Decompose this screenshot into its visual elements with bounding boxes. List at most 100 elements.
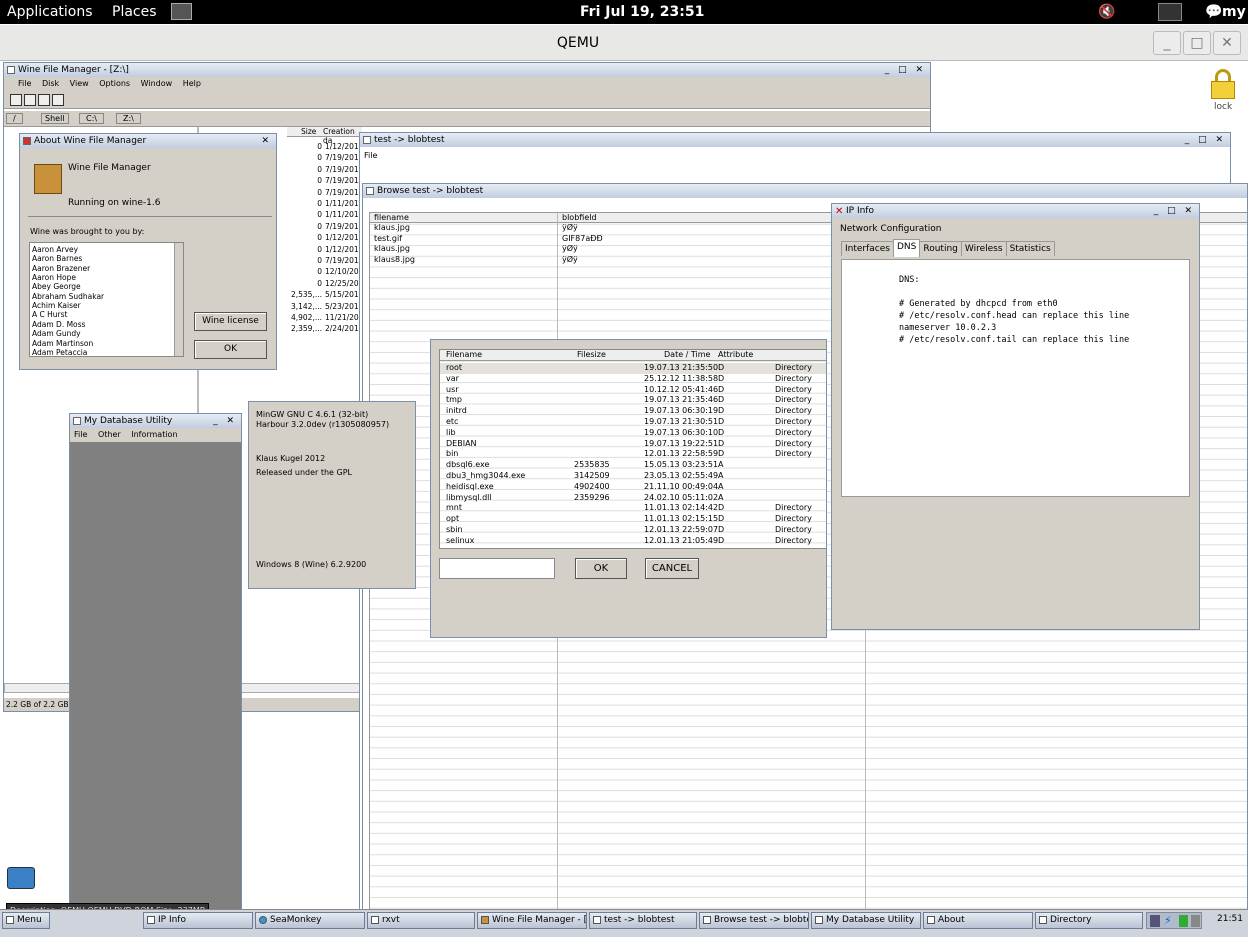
maximize-button[interactable]: □ — [1183, 31, 1211, 55]
directory-row[interactable]: etc 19.07.13 21:30:51 D Directory — [440, 417, 826, 428]
directory-list[interactable]: Filename Filesize Date / Time Attribute … — [439, 349, 826, 549]
cancel-button[interactable]: CANCEL — [645, 558, 699, 579]
window-controls[interactable]: _ □ ✕ — [1185, 133, 1226, 147]
tab-interfaces[interactable]: Interfaces — [841, 241, 894, 256]
task-seamonkey[interactable]: SeaMonkey — [255, 912, 365, 929]
applications-menu[interactable]: Applications — [7, 4, 93, 20]
directory-row[interactable]: tmp 19.07.13 21:35:46 D Directory — [440, 395, 826, 406]
dvd-drive-icon[interactable] — [7, 867, 35, 889]
tab-routing[interactable]: Routing — [919, 241, 962, 256]
directory-row[interactable]: initrd 19.07.13 06:30:19 D Directory — [440, 406, 826, 417]
network-icon[interactable] — [1158, 3, 1182, 21]
blobfield-column-header[interactable]: blobfield — [562, 213, 597, 222]
directory-row[interactable]: sbin 12.01.13 22:59:07 D Directory — [440, 525, 826, 536]
directory-row[interactable]: selinux 12.01.13 21:05:49 D Directory — [440, 536, 826, 547]
menu-window[interactable]: Window — [141, 77, 173, 91]
task-rxvt[interactable]: rxvt — [367, 912, 475, 929]
window-controls[interactable]: _ ✕ — [213, 414, 237, 428]
home-folder-icon[interactable] — [171, 3, 192, 20]
browse-titlebar[interactable]: Browse test -> blobtest — [363, 184, 1247, 198]
menu-file[interactable]: File — [364, 151, 377, 160]
table-row[interactable]: test.gif GIF87aÐÐ — [370, 234, 865, 245]
lock-icon[interactable] — [1210, 69, 1236, 99]
author-item[interactable]: Adam Petaccia — [32, 348, 183, 356]
close-button[interactable]: ✕ — [1213, 31, 1241, 55]
file-row[interactable]: 0 12/25/2012 — [287, 279, 368, 290]
authors-list[interactable]: Aaron Arvey Aaron Barnes Aaron Brazener Aar… — [29, 242, 184, 357]
window-controls[interactable]: _ □ ✕ — [885, 63, 926, 77]
chat-icon[interactable]: 💬 — [1205, 4, 1222, 20]
menu-view[interactable]: View — [70, 77, 89, 91]
directory-row[interactable]: lib 19.07.13 06:30:10 D Directory — [440, 428, 826, 439]
battery-icon[interactable] — [1179, 915, 1188, 927]
tab-wireless[interactable]: Wireless — [960, 241, 1007, 256]
wfm-titlebar[interactable]: Wine File Manager - [Z:\] _ □ ✕ — [4, 63, 930, 77]
directory-row[interactable]: var 25.12.12 11:38:58 D Directory — [440, 374, 826, 385]
task-about[interactable]: About — [923, 912, 1033, 929]
file-row[interactable]: 0 1/11/2013 — [287, 199, 363, 210]
file-row[interactable]: 4,902,... 11/21/2010 — [287, 313, 368, 324]
drive-z[interactable]: Z:\ — [116, 113, 141, 124]
menu-file[interactable]: File — [74, 428, 87, 442]
task-wine-file-manager[interactable]: Wine File Manager - [Z — [477, 912, 587, 929]
minimize-button[interactable]: _ — [1153, 31, 1181, 55]
table-row[interactable]: klaus8.jpg ÿØÿ — [370, 255, 865, 266]
start-menu-button[interactable]: Menu — [2, 912, 50, 929]
clock[interactable]: Fri Jul 19, 23:51 — [580, 4, 704, 20]
directory-row[interactable]: heidisql.exe 4902400 21.11.10 00:49:04 A — [440, 482, 826, 493]
directory-row[interactable]: usr 10.12.12 05:41:46 D Directory — [440, 385, 826, 396]
authors-scrollbar[interactable] — [174, 243, 183, 356]
file-row[interactable]: 0 7/19/2013 — [287, 165, 363, 176]
filesize-column-header[interactable]: Filesize — [577, 350, 606, 359]
ok-button[interactable]: OK — [194, 340, 267, 359]
about-titlebar[interactable]: About Wine File Manager ✕ — [20, 134, 276, 148]
task-test-blobtest[interactable]: test -> blobtest — [589, 912, 697, 929]
table-row[interactable]: klaus.jpg ÿØÿ — [370, 244, 865, 255]
menu-options[interactable]: Options — [99, 77, 130, 91]
file-row[interactable]: 0 12/10/2012 — [287, 267, 368, 278]
menu-disk[interactable]: Disk — [42, 77, 59, 91]
filename-column-header[interactable]: filename — [374, 213, 409, 222]
attribute-column-header[interactable]: Attribute — [718, 350, 753, 359]
tab-dns[interactable]: DNS — [892, 239, 921, 257]
volume-icon[interactable] — [1191, 915, 1200, 927]
task-directory[interactable]: Directory — [1035, 912, 1143, 929]
directory-row[interactable]: libmysql.dll 2359296 24.02.10 05:11:02 A — [440, 493, 826, 504]
file-row[interactable]: 0 7/19/2013 — [287, 188, 363, 199]
places-menu[interactable]: Places — [112, 4, 157, 20]
file-row[interactable]: 0 7/19/2013 — [287, 222, 363, 233]
menu-file[interactable]: File — [18, 77, 31, 91]
task-ip-info[interactable]: IP Info — [143, 912, 253, 929]
ok-button[interactable]: OK — [575, 558, 627, 579]
close-icon[interactable]: ✕ — [261, 134, 272, 148]
file-row[interactable]: 0 1/11/2013 — [287, 210, 363, 221]
split-view-icon[interactable] — [24, 94, 36, 106]
network-icon[interactable] — [1150, 915, 1160, 927]
datetime-column-header[interactable]: Date / Time — [664, 350, 710, 359]
directory-row[interactable]: dbu3_hmg3044.exe 3142509 23.05.13 02:55:49… — [440, 471, 826, 482]
tree-view-icon[interactable] — [10, 94, 22, 106]
file-row[interactable]: 0 1/12/2013 — [287, 142, 363, 153]
power-icon[interactable]: ⚡ — [1164, 914, 1172, 927]
task-my-database-utility[interactable]: My Database Utility — [811, 912, 921, 929]
file-row[interactable]: 2,359,... 2/24/2010 — [287, 324, 363, 335]
task-browse[interactable]: Browse test -> blobte — [699, 912, 809, 929]
drive-shell[interactable]: Shell — [41, 113, 69, 124]
menu-other[interactable]: Other — [98, 428, 121, 442]
user-menu[interactable]: my — [1222, 4, 1246, 20]
directory-row[interactable]: opt 11.01.13 02:15:15 D Directory — [440, 514, 826, 525]
drive-c[interactable]: C:\ — [79, 113, 104, 124]
ip-info-titlebar[interactable]: ✕ IP Info _ □ ✕ — [832, 204, 1199, 218]
window-controls[interactable]: _ □ ✕ — [1154, 204, 1195, 218]
size-column-header[interactable]: Size — [301, 127, 316, 136]
file-row[interactable]: 2,535,... 5/15/2013 — [287, 290, 363, 301]
directory-row[interactable]: bin 12.01.13 22:58:59 D Directory — [440, 449, 826, 460]
test-blobtest-titlebar[interactable]: test -> blobtest _ □ ✕ — [360, 133, 1230, 147]
filename-column-header[interactable]: Filename — [446, 350, 482, 359]
volume-muted-icon[interactable]: 🔇 — [1098, 4, 1115, 20]
directory-row[interactable]: mnt 11.01.13 02:14:42 D Directory — [440, 503, 826, 514]
dbutil-titlebar[interactable]: My Database Utility _ ✕ — [70, 414, 241, 428]
table-row[interactable]: klaus.jpg ÿØÿ — [370, 223, 865, 234]
directory-row[interactable]: DEBIAN 19.07.13 19:22:51 D Directory — [440, 439, 826, 450]
file-row[interactable]: 0 1/12/2013 — [287, 233, 363, 244]
